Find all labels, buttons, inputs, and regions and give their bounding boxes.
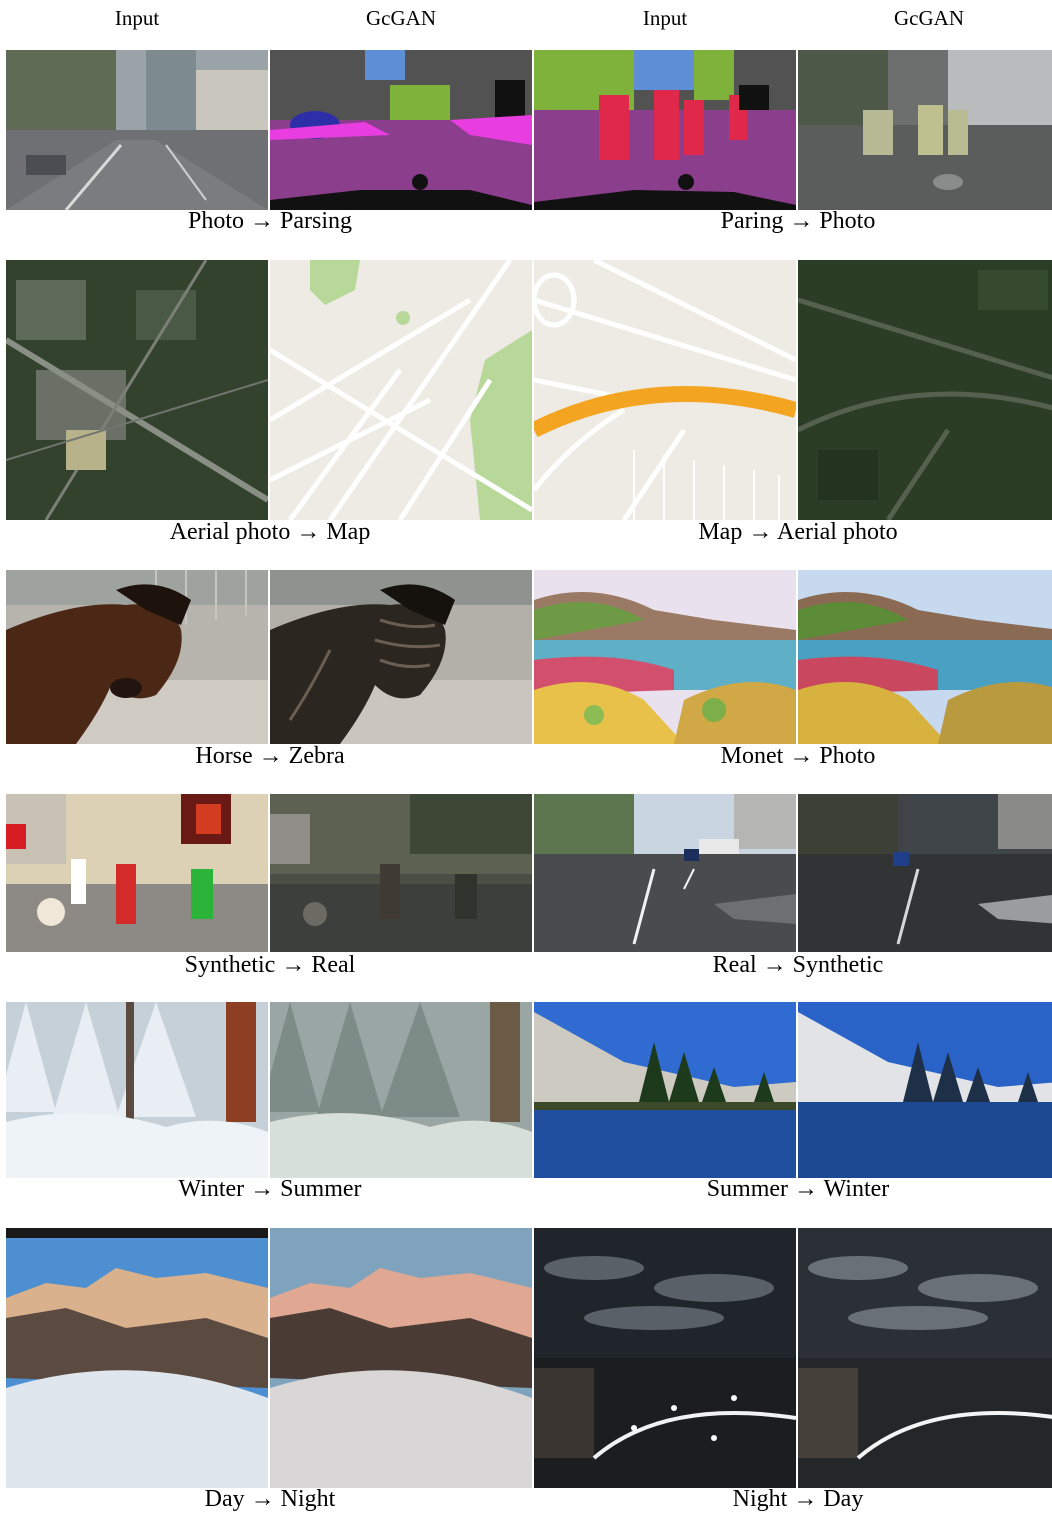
column-header-input-1: Input [114, 6, 160, 30]
column-header-gcgan-1: GcGAN [366, 6, 436, 30]
night-city-input [534, 1228, 796, 1488]
caption-monet-to-photo: Monet → Photo [720, 743, 876, 769]
caption-summer-to-winter: Summer → Winter [706, 1176, 890, 1202]
street-photo-output [798, 50, 1052, 210]
summer-forest-output [270, 1002, 532, 1178]
day-mountain-input [6, 1228, 268, 1488]
map-output [270, 260, 532, 520]
real-output [270, 794, 532, 952]
caption-day-to-night: Day → Night [204, 1486, 336, 1512]
caption-synthetic-to-real: Synthetic → Real [184, 952, 356, 978]
summer-lake-input [534, 1002, 796, 1178]
street-photo-input [6, 50, 268, 210]
caption-photo-to-parsing: Photo → Parsing [187, 208, 352, 234]
monet-photo-output [798, 570, 1052, 744]
day-city-output [798, 1228, 1052, 1488]
map-input [534, 260, 796, 520]
real-road-input [534, 794, 796, 952]
column-header-input-2: Input [642, 6, 688, 30]
caption-night-to-day: Night → Day [732, 1486, 864, 1512]
winter-lake-output [798, 1002, 1052, 1178]
parsing-input [534, 50, 796, 210]
aerial-photo-output [798, 260, 1052, 520]
synthetic-input [6, 794, 268, 952]
caption-aerial-to-map: Aerial photo → Map [169, 519, 371, 545]
zebra-output [270, 570, 532, 744]
parsing-output [270, 50, 532, 210]
synthetic-road-output [798, 794, 1052, 952]
column-header-gcgan-2: GcGAN [894, 6, 964, 30]
monet-painting-input [534, 570, 796, 744]
caption-real-to-synthetic: Real → Synthetic [712, 952, 884, 978]
caption-winter-to-summer: Winter → Summer [178, 1176, 362, 1202]
horse-input [6, 570, 268, 744]
caption-parsing-to-photo: Paring → Photo [720, 208, 876, 234]
aerial-photo-input [6, 260, 268, 520]
winter-forest-input [6, 1002, 268, 1178]
caption-horse-to-zebra: Horse → Zebra [195, 743, 345, 769]
night-mountain-output [270, 1228, 532, 1488]
caption-map-to-aerial: Map → Aerial photo [698, 519, 898, 545]
